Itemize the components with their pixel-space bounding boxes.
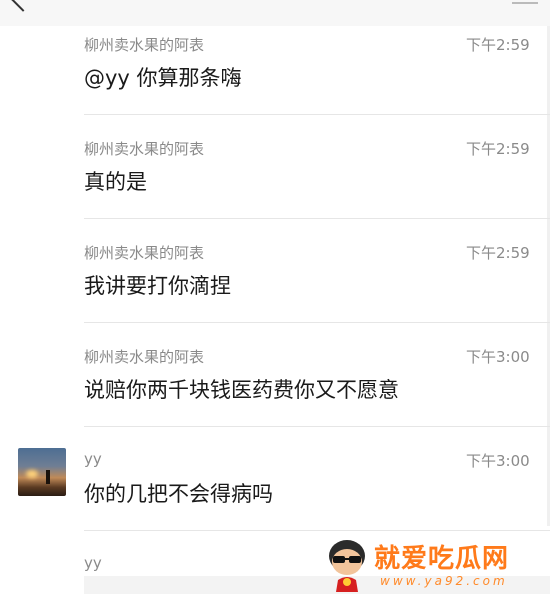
user-avatar[interactable] [18, 448, 66, 496]
message-text: @yy 你算那条嗨 [84, 66, 242, 90]
sender-name: 柳州卖水果的阿表 [84, 36, 205, 54]
sender-name: 柳州卖水果的阿表 [84, 244, 205, 262]
message-text: 你的几把不会得病吗 [84, 482, 273, 506]
avatar-figure [46, 470, 50, 484]
divider [84, 530, 550, 531]
back-arrow-icon[interactable] [10, 0, 36, 12]
divider [84, 322, 550, 323]
top-bar [0, 0, 550, 26]
message-time: 下午3:00 [466, 348, 530, 366]
divider [84, 114, 550, 115]
message-time: 下午2:59 [466, 140, 530, 158]
avatar-sun [26, 470, 38, 478]
more-icon[interactable] [512, 2, 538, 4]
message-time: 下午3:00 [466, 452, 530, 470]
watermark-title: 就爱吃瓜网 [374, 544, 510, 574]
watermark-url: www.ya92.com [380, 574, 508, 588]
sender-name: yy [84, 554, 102, 572]
sender-name: 柳州卖水果的阿表 [84, 140, 205, 158]
sender-name: yy [84, 450, 102, 468]
message-time: 下午2:59 [466, 36, 530, 54]
message-time: 下午2:59 [466, 244, 530, 262]
sender-name: 柳州卖水果的阿表 [84, 348, 205, 366]
message-text: 我讲要打你滴捏 [84, 274, 231, 298]
message-text: 说赔你两千块钱医药费你又不愿意 [84, 378, 399, 402]
message-text: 真的是 [84, 170, 147, 194]
divider [84, 426, 550, 427]
mascot-icon [329, 540, 365, 592]
site-watermark: 就爱吃瓜网 www.ya92.com [324, 536, 550, 594]
divider [84, 218, 550, 219]
